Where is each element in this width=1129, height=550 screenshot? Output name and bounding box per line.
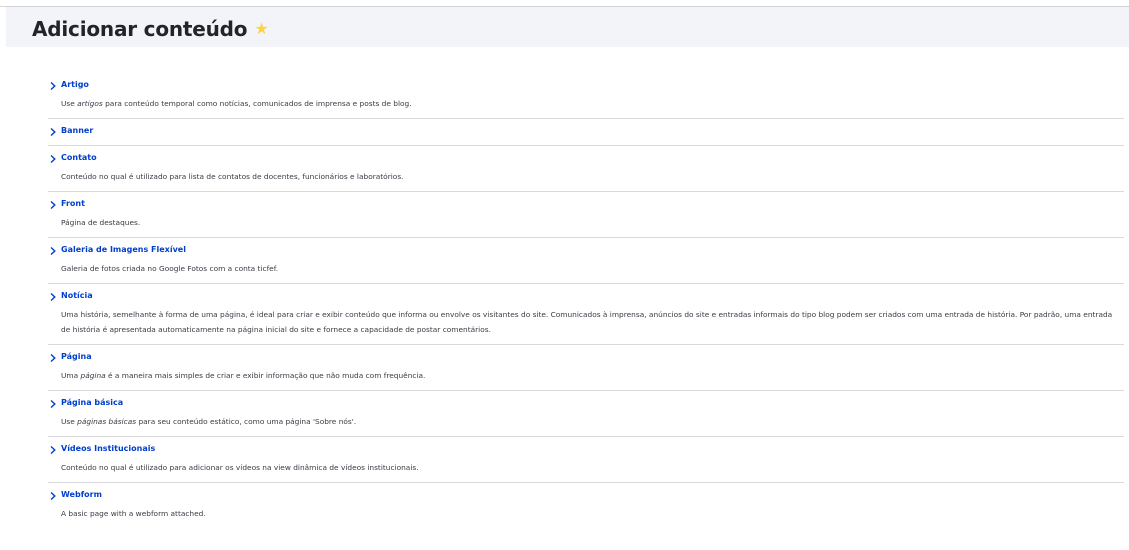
chevron-right-icon [50,81,56,91]
description-text: Use [61,99,78,108]
content-type-header: Banner [48,123,1124,141]
page-title: Adicionar conteúdo ★ [32,17,269,41]
content-type-link[interactable]: Galeria de Imagens Flexível [61,245,186,254]
content-type-link[interactable]: Vídeos Institucionais [61,444,155,453]
star-icon[interactable]: ★ [254,19,268,38]
content-type-header: Página básica [48,395,1124,413]
chevron-right-icon [50,399,56,409]
description-text: é a maneira mais simples de criar e exib… [105,371,426,380]
chevron-right-icon [50,353,56,363]
description-text: Conteúdo no qual é utilizado para adicio… [61,463,419,472]
content-type-header: Vídeos Institucionais [48,441,1124,459]
description-emphasis: página [80,371,106,380]
content-type-item: Artigo Use artigos para conteúdo temporal… [48,73,1124,119]
description-emphasis: páginas básicas [77,417,137,426]
content-type-link[interactable]: Artigo [61,80,89,89]
content-type-item: Notícia Uma história, semelhante à forma … [48,284,1124,345]
chevron-right-icon [50,292,56,302]
content-type-item: Banner [48,119,1124,146]
content-type-header: Contato [48,150,1124,168]
chevron-right-icon [50,491,56,501]
content-type-item: Vídeos Institucionais Conteúdo no qual é … [48,437,1124,483]
content-type-description: Conteúdo no qual é utilizado para adicio… [61,460,1124,475]
content-type-link[interactable]: Notícia [61,291,93,300]
content-type-description: Use artigos para conteúdo temporal como … [61,96,1124,111]
content-type-item: Página básica Use páginas básicas para se… [48,391,1124,437]
content-type-header: Artigo [48,77,1124,95]
chevron-right-icon [50,200,56,210]
content-type-description: Conteúdo no qual é utilizado para lista … [61,169,1124,184]
description-text: para seu conteúdo estático, como uma pág… [136,417,357,426]
content-type-header: Front [48,196,1124,214]
description-text: Conteúdo no qual é utilizado para lista … [61,172,404,181]
content-type-link[interactable]: Webform [61,490,102,499]
content-type-description: Uma história, semelhante à forma de uma … [61,307,1124,337]
content-type-item: Contato Conteúdo no qual é utilizado para… [48,146,1124,192]
description-text: Galeria de fotos criada no Google Fotos … [61,264,279,273]
description-text: A basic page with a webform attached. [61,509,206,518]
content-type-list: Artigo Use artigos para conteúdo temporal… [48,73,1124,528]
chevron-right-icon [50,127,56,137]
content-type-description: Use páginas básicas para seu conteúdo es… [61,414,1124,429]
chevron-right-icon [50,246,56,256]
content-type-header: Notícia [48,288,1124,306]
chevron-right-icon [50,154,56,164]
content-type-link[interactable]: Página básica [61,398,123,407]
page-title-text: Adicionar conteúdo [32,17,248,41]
description-text: para conteúdo temporal como notícias, co… [102,99,412,108]
content-type-header: Webform [48,487,1124,505]
content-type-description: Galeria de fotos criada no Google Fotos … [61,261,1124,276]
content-type-header: Galeria de Imagens Flexível [48,242,1124,260]
description-text: Página de destaques. [61,218,141,227]
content-type-description: Uma página é a maneira mais simples de c… [61,368,1124,383]
content-type-item: Webform A basic page with a webform attac… [48,483,1124,528]
content-type-link[interactable]: Banner [61,126,93,135]
chevron-right-icon [50,445,56,455]
content-type-link[interactable]: Front [61,199,85,208]
content-type-link[interactable]: Página [61,352,92,361]
content-type-description: Página de destaques. [61,215,1124,230]
content-type-description: A basic page with a webform attached. [61,506,1124,521]
description-text: Uma história, semelhante à forma de uma … [61,310,1113,334]
content-type-header: Página [48,349,1124,367]
content-type-item: Galeria de Imagens Flexível Galeria de fo… [48,238,1124,284]
description-emphasis: artigos [77,99,103,108]
content-type-item: Front Página de destaques. [48,192,1124,238]
description-text: Use [61,417,78,426]
page-header: Adicionar conteúdo ★ [6,7,1129,47]
content-type-item: Página Uma página é a maneira mais simple… [48,345,1124,391]
content-type-link[interactable]: Contato [61,153,97,162]
description-text: Uma [61,371,81,380]
